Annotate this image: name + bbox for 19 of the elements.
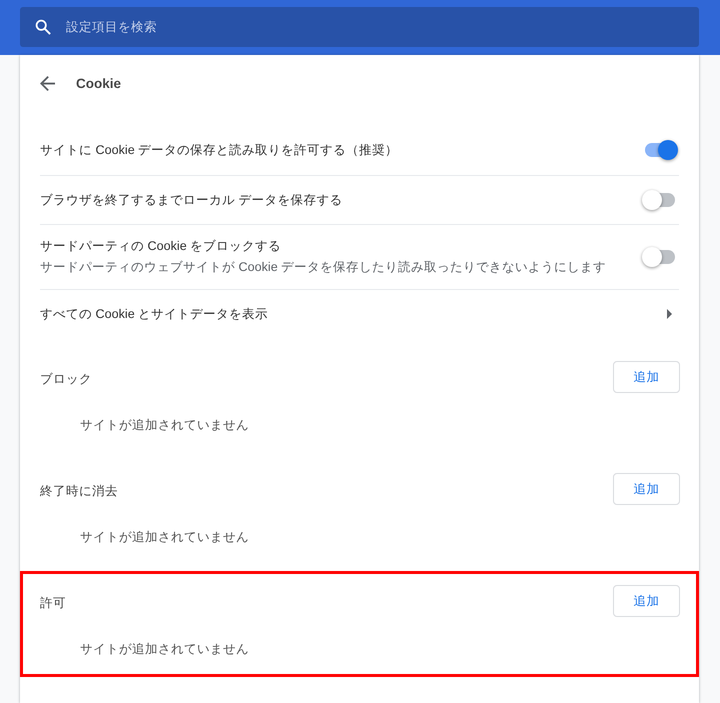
add-button[interactable]: 追加: [613, 361, 680, 393]
setting-label: ブラウザを終了するまでローカル データを保存する: [40, 192, 342, 208]
empty-list-text: サイトが追加されていません: [80, 528, 249, 546]
section-title: ブロック: [40, 370, 92, 388]
setting-description: サードパーティのウェブサイトが Cookie データを保存したり読み取ったりできないようにします: [40, 259, 606, 276]
empty-list-text: サイトが追加されていません: [80, 416, 249, 434]
back-arrow-icon[interactable]: [40, 76, 55, 90]
search-icon: [35, 19, 51, 35]
page-title: Cookie: [76, 76, 122, 90]
add-button[interactable]: 追加: [613, 473, 680, 505]
section-title: 終了時に消去: [40, 482, 118, 500]
caret-icon[interactable]: [667, 309, 672, 319]
cookie-data-link[interactable]: すべての Cookie とサイトデータを表示: [40, 306, 268, 322]
section-title: 許可: [40, 594, 66, 612]
setting-label: サイトに Cookie データの保存と読み取りを許可する（推奨）: [40, 142, 398, 158]
setting-label: サードパーティの Cookie をブロックする: [40, 238, 282, 255]
search-field[interactable]: 設定項目を検索: [20, 7, 699, 47]
add-button[interactable]: 追加: [613, 585, 680, 617]
empty-list-text: サイトが追加されていません: [80, 640, 249, 658]
